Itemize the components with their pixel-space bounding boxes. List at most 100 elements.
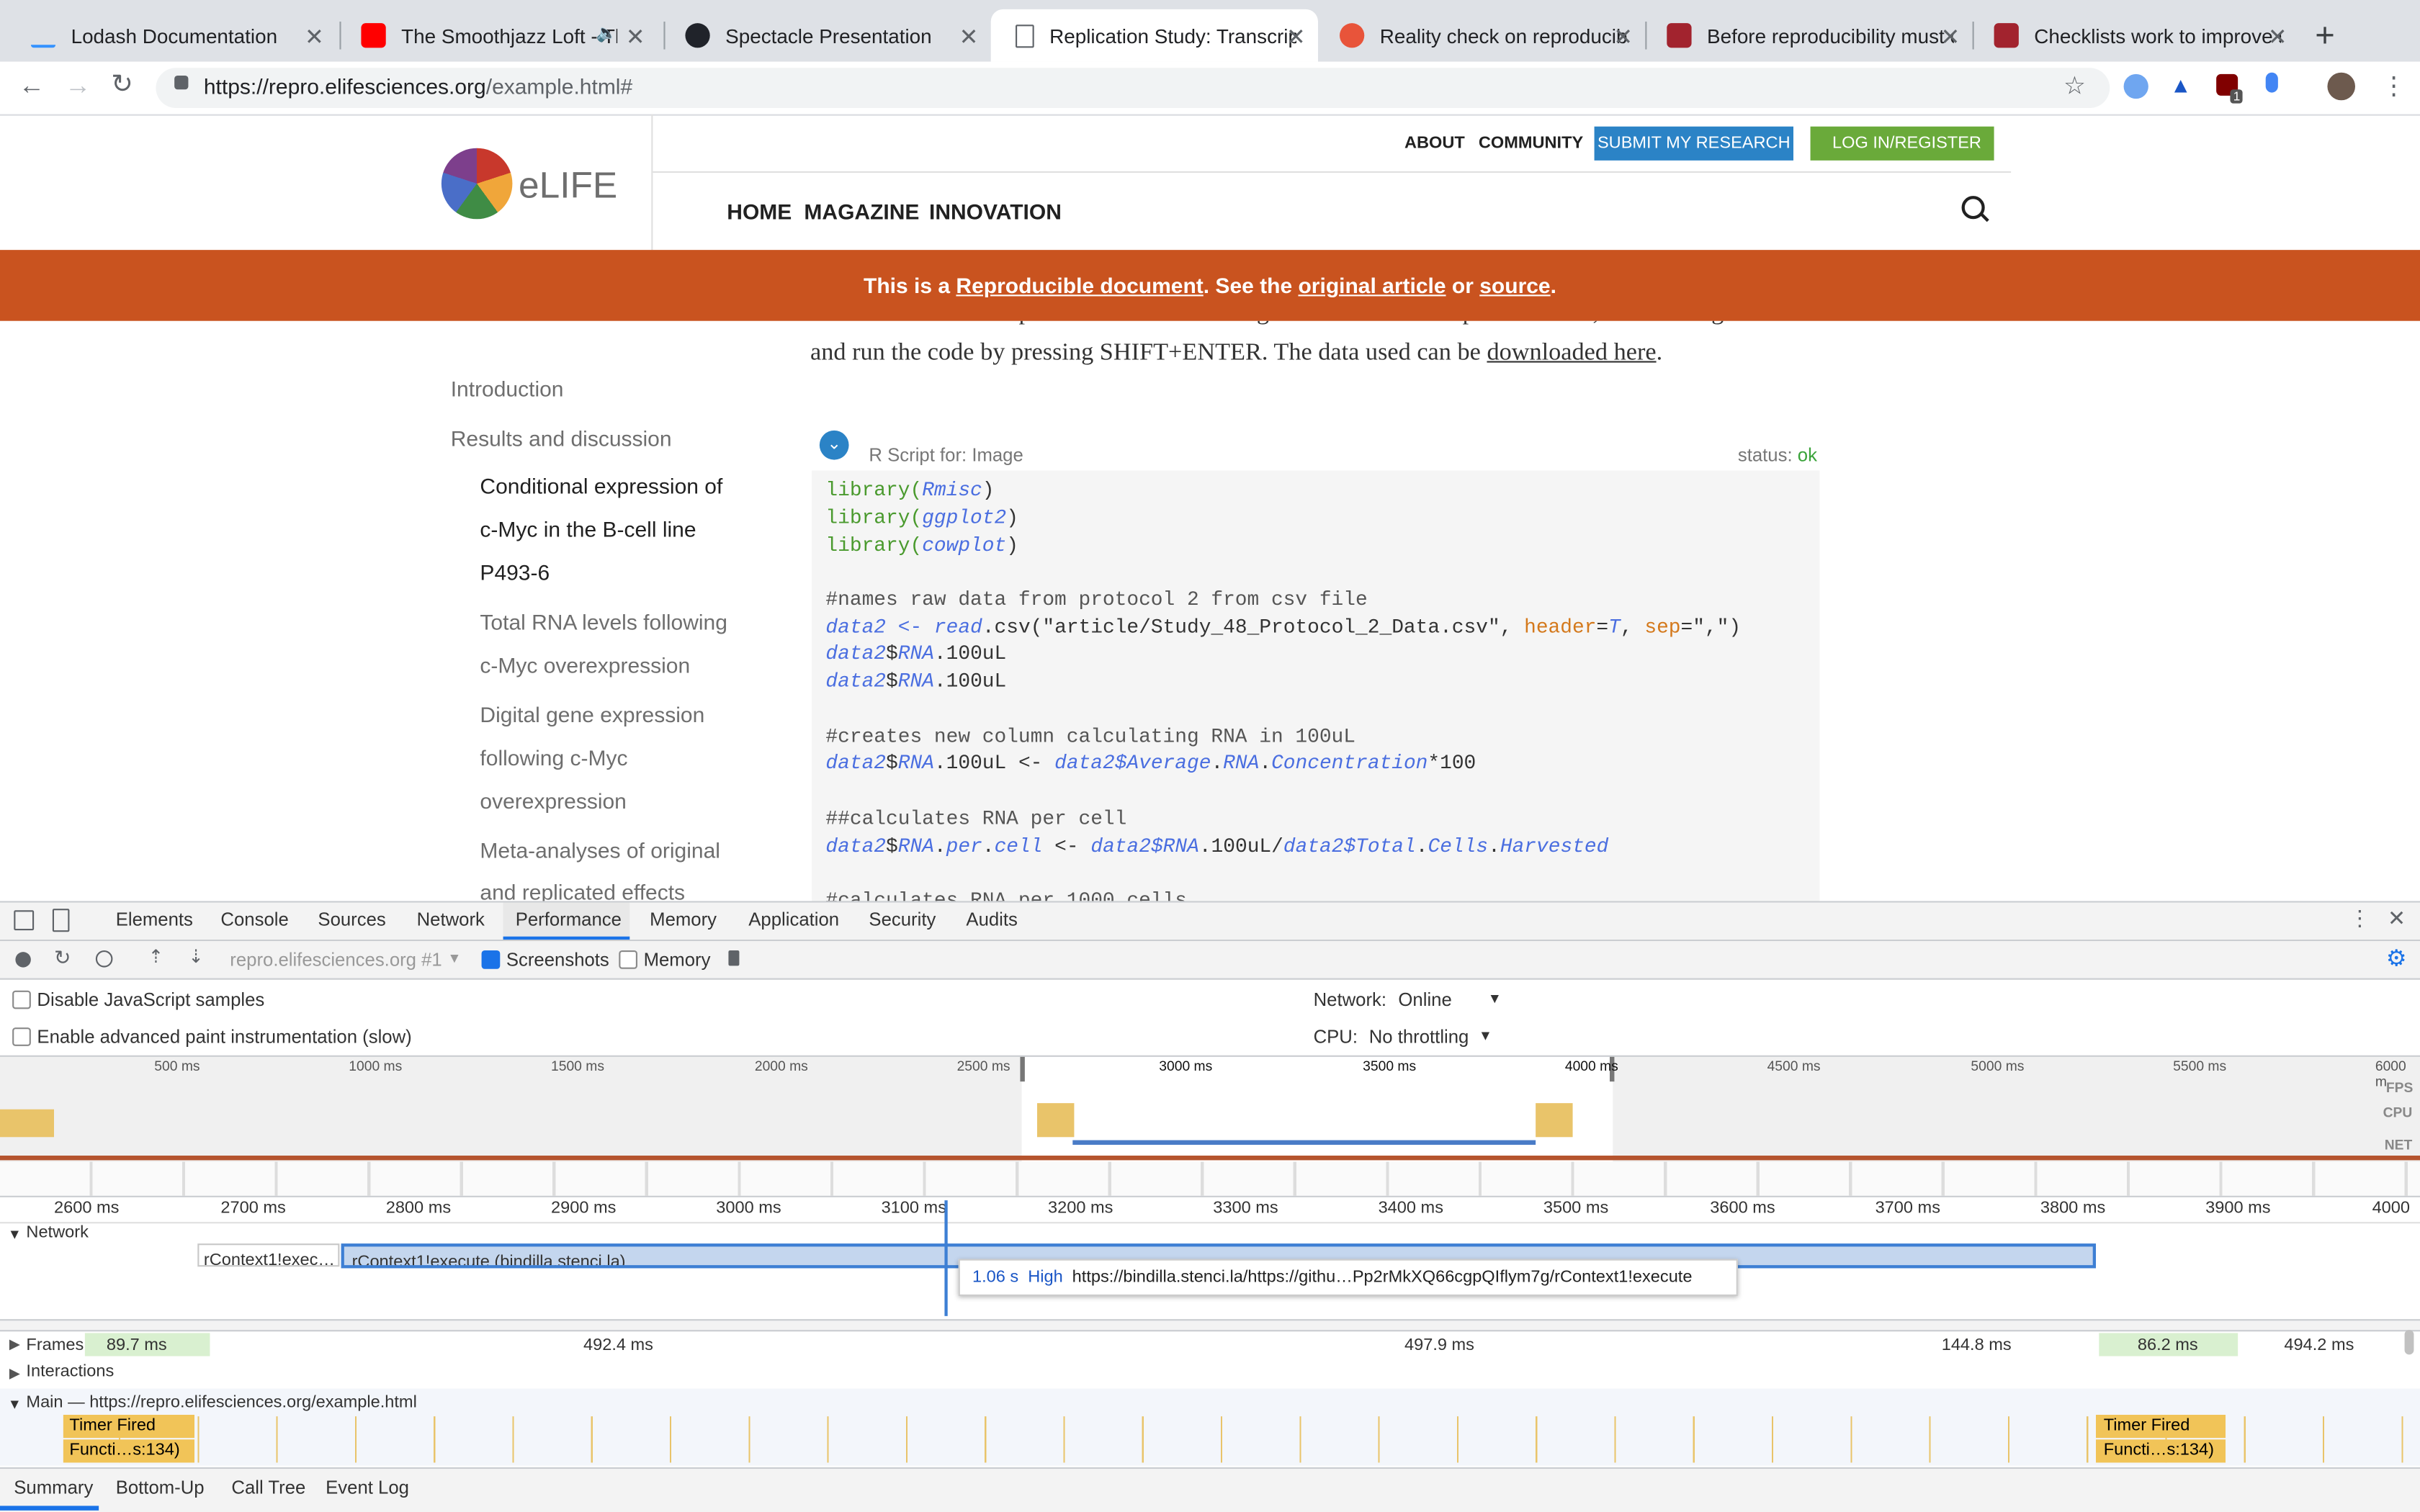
toc-conditional-1[interactable]: Conditional expression of xyxy=(480,474,722,498)
overview-window-left-handle[interactable] xyxy=(1020,1056,1025,1082)
disable-js-checkbox[interactable] xyxy=(12,990,31,1009)
collapse-chevron-icon[interactable]: ⌄ xyxy=(819,430,849,460)
tab-audits[interactable]: Audits xyxy=(966,909,1017,930)
devtools-menu-icon[interactable]: ⋮ xyxy=(2349,906,2370,932)
tab-performance[interactable]: Performance xyxy=(516,909,622,930)
nav-about[interactable]: ABOUT xyxy=(1404,134,1465,153)
toc-conditional-3[interactable]: P493-6 xyxy=(480,560,550,585)
close-devtools-icon[interactable]: ✕ xyxy=(2388,906,2406,932)
nav-magazine[interactable]: MAGAZINE xyxy=(804,199,919,223)
expand-interactions-icon[interactable]: ▶ xyxy=(9,1365,20,1382)
tab-memory[interactable]: Memory xyxy=(650,909,717,930)
kebab-menu-icon[interactable]: ⋮ xyxy=(2381,71,2406,102)
function-call-block[interactable]: Functi…s:134) xyxy=(63,1439,194,1463)
toc-introduction[interactable]: Introduction xyxy=(451,377,564,401)
network-track-label[interactable]: Network xyxy=(26,1223,88,1242)
tab-title: Replication Study: Transcript xyxy=(1049,24,1296,48)
nav-community[interactable]: COMMUNITY xyxy=(1479,134,1583,153)
tab-sources[interactable]: Sources xyxy=(318,909,385,930)
new-tab-button[interactable]: + xyxy=(2315,15,2335,55)
source-link[interactable]: source xyxy=(1479,273,1550,297)
upload-icon[interactable]: ⇡ xyxy=(148,946,164,968)
close-tab-icon[interactable]: ✕ xyxy=(626,23,645,50)
timeline-overview[interactable] xyxy=(0,1055,2420,1197)
advanced-paint-checkbox[interactable] xyxy=(12,1027,31,1046)
function-call-block[interactable]: Functi…s:134) xyxy=(2096,1439,2226,1463)
tab-application[interactable]: Application xyxy=(748,909,839,930)
tab-call-tree[interactable]: Call Tree xyxy=(231,1477,305,1498)
tab-event-log[interactable]: Event Log xyxy=(326,1477,409,1498)
memory-checkbox[interactable] xyxy=(619,950,637,969)
extension-check-icon[interactable] xyxy=(2123,73,2148,99)
tab-console[interactable]: Console xyxy=(220,909,288,930)
expand-frames-icon[interactable]: ▶ xyxy=(9,1336,20,1354)
toc-total-rna-1[interactable]: Total RNA levels following xyxy=(480,609,727,634)
download-data-link[interactable]: downloaded here xyxy=(1487,339,1656,365)
network-request-small[interactable]: rContext1!exec… xyxy=(197,1243,340,1267)
tab-security[interactable]: Security xyxy=(869,909,936,930)
garbage-collect-icon[interactable] xyxy=(728,950,740,966)
tab-smoothjazz[interactable]: The Smoothjazz Loft - Th 🔈 ✕ xyxy=(339,9,657,62)
close-tab-icon[interactable]: ✕ xyxy=(1286,23,1306,50)
back-icon[interactable]: ← xyxy=(19,71,45,102)
toc-results[interactable]: Results and discussion xyxy=(451,426,672,450)
nav-innovation[interactable]: INNOVATION xyxy=(929,199,1062,223)
inspect-element-icon[interactable] xyxy=(14,910,35,931)
submit-research-button[interactable]: SUBMIT MY RESEARCH xyxy=(1594,126,1793,161)
toc-digital-2[interactable]: following c-Myc xyxy=(480,745,627,770)
forward-icon[interactable]: → xyxy=(65,71,91,102)
reload-icon[interactable]: ↻ xyxy=(111,69,133,100)
screenshots-checkbox[interactable] xyxy=(481,950,501,969)
tab-spectacle[interactable]: Spectacle Presentation ✕ xyxy=(663,9,990,62)
reload-profile-icon[interactable]: ↻ xyxy=(54,946,71,971)
close-tab-icon[interactable]: ✕ xyxy=(305,23,324,50)
speaker-icon[interactable]: 🔈 xyxy=(596,23,617,43)
status-value: ok xyxy=(1797,444,1817,467)
device-toolbar-icon[interactable] xyxy=(52,909,70,932)
expand-main-icon[interactable]: ▼ xyxy=(8,1396,22,1411)
extension-graduation-icon[interactable]: ▲ xyxy=(2170,73,2192,97)
elife-logo[interactable] xyxy=(441,148,513,220)
toc-meta-1[interactable]: Meta-analyses of original xyxy=(480,838,720,863)
clear-icon[interactable] xyxy=(95,950,113,968)
tab-bottom-up[interactable]: Bottom-Up xyxy=(116,1477,205,1498)
timer-fired-block[interactable]: Timer Fired xyxy=(63,1414,194,1439)
toc-total-rna-2[interactable]: c-Myc overexpression xyxy=(480,652,690,677)
login-register-button[interactable]: LOG IN/REGISTER xyxy=(1810,126,1994,161)
download-icon[interactable]: ⇣ xyxy=(188,946,204,968)
expand-network-icon[interactable]: ▼ xyxy=(8,1227,22,1242)
timer-fired-block[interactable]: Timer Fired xyxy=(2096,1414,2226,1439)
frame-time: 144.8 ms xyxy=(1941,1336,2012,1355)
tab-replication[interactable]: Replication Study: Transcript ✕ xyxy=(990,9,1318,62)
tab-checklists[interactable]: Checklists work to improve s ✕ xyxy=(1973,9,2300,62)
tab-reality-check[interactable]: Reality check on reproducibi ✕ xyxy=(1318,9,1645,62)
tab-lodash[interactable]: Lodash Documentation ✕ xyxy=(9,9,336,62)
close-tab-icon[interactable]: ✕ xyxy=(1940,23,1960,50)
toc-digital-1[interactable]: Digital gene expression xyxy=(480,702,704,726)
tab-before-reproducibility[interactable]: Before reproducibility must c ✕ xyxy=(1645,9,1972,62)
tab-network[interactable]: Network xyxy=(417,909,485,930)
original-article-link[interactable]: original article xyxy=(1298,273,1446,297)
toc-conditional-2[interactable]: c-Myc in the B-cell line xyxy=(480,517,696,541)
bookmark-star-icon[interactable]: ☆ xyxy=(2063,71,2086,102)
profile-avatar[interactable] xyxy=(2327,72,2355,101)
note-text-cut: NOTE: Below is a reproducible version of… xyxy=(810,321,1744,328)
close-tab-icon[interactable]: ✕ xyxy=(1613,23,1633,50)
nav-home[interactable]: HOME xyxy=(727,199,792,223)
microphone-icon[interactable] xyxy=(2265,72,2278,93)
close-tab-icon[interactable]: ✕ xyxy=(959,23,979,50)
profile-select[interactable]: repro.elifesciences.org #1 xyxy=(230,949,442,971)
ruler-tick: 2600 ms xyxy=(54,1199,120,1218)
frames-scrollbar[interactable] xyxy=(2404,1330,2414,1355)
intro-end: . xyxy=(1656,339,1663,366)
network-throttle-select[interactable]: Online xyxy=(1398,989,1451,1011)
tab-summary[interactable]: Summary xyxy=(14,1477,93,1498)
cpu-throttle-select[interactable]: No throttling xyxy=(1369,1026,1469,1048)
select-arrow-icon: ▼ xyxy=(1487,990,1502,1007)
tab-elements[interactable]: Elements xyxy=(116,909,193,930)
settings-gear-icon[interactable]: ⚙ xyxy=(2386,944,2407,972)
reproducible-document-link[interactable]: Reproducible document xyxy=(956,273,1203,297)
close-tab-icon[interactable]: ✕ xyxy=(2268,23,2287,50)
toc-digital-3[interactable]: overexpression xyxy=(480,788,626,813)
record-icon[interactable] xyxy=(15,952,31,968)
